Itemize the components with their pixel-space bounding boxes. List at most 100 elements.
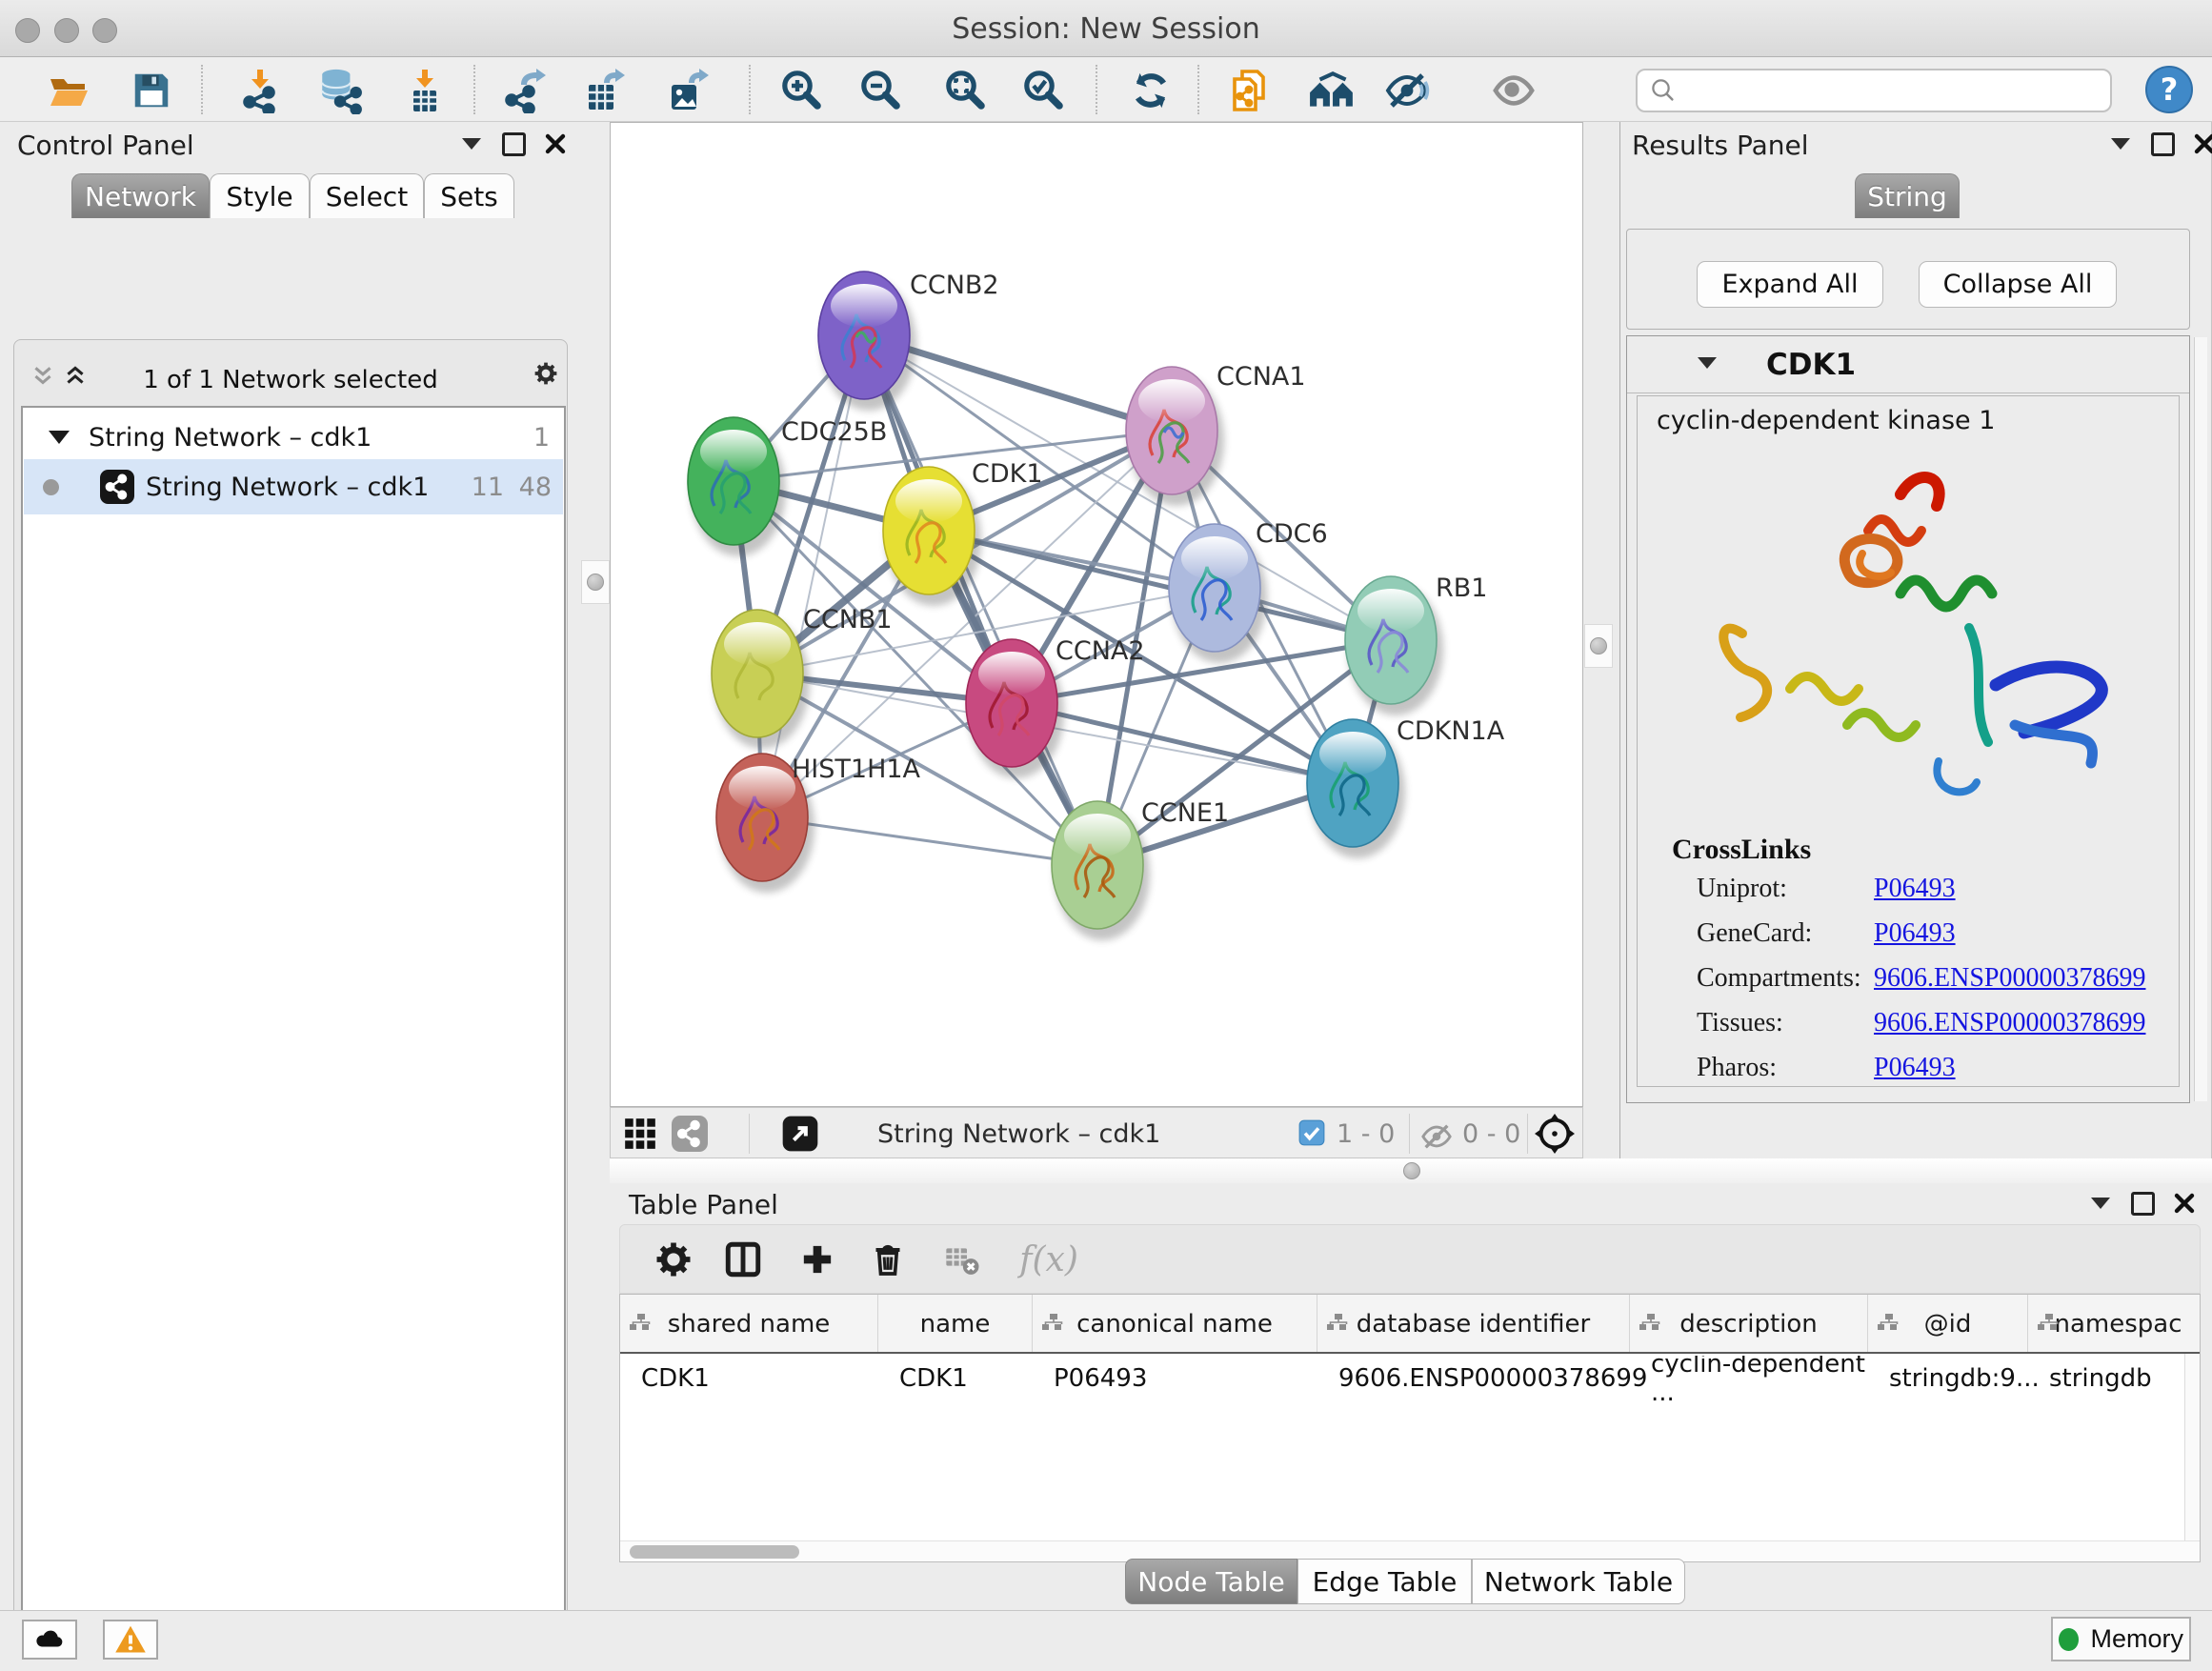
node-CCNE1[interactable] xyxy=(1052,801,1150,940)
import-network-icon xyxy=(236,68,282,113)
results-scrollbar[interactable] xyxy=(2194,337,2207,1101)
panel-float-icon[interactable] xyxy=(501,131,526,156)
right-splitter[interactable] xyxy=(1583,122,1619,1158)
column-header-shared-name[interactable]: shared name xyxy=(620,1295,878,1354)
show-columns-icon[interactable] xyxy=(718,1237,768,1282)
import-network-button[interactable] xyxy=(235,67,283,114)
refresh-button[interactable] xyxy=(1127,67,1175,114)
selected-checkbox-icon[interactable] xyxy=(1298,1119,1325,1146)
column-header-name[interactable]: name xyxy=(878,1295,1033,1354)
crosslink-link[interactable]: P06493 xyxy=(1874,874,1956,904)
zoom-selected-button[interactable] xyxy=(1019,67,1067,114)
grid-view-icon[interactable] xyxy=(620,1115,660,1153)
open-session-button[interactable] xyxy=(46,67,93,114)
tab-edge-table[interactable]: Edge Table xyxy=(1297,1559,1472,1604)
tab-string[interactable]: String xyxy=(1855,173,1960,218)
network-row-selected[interactable]: String Network – cdk1 11 48 xyxy=(24,459,563,514)
zoom-in-button[interactable] xyxy=(777,67,825,114)
warning-status-button[interactable] xyxy=(103,1620,158,1660)
tab-select[interactable]: Select xyxy=(310,173,424,218)
column-header--id[interactable]: @id xyxy=(1868,1295,2028,1354)
horizontal-splitter[interactable] xyxy=(610,1158,2212,1183)
zoom-fit-button[interactable] xyxy=(941,67,989,114)
clone-network-button[interactable] xyxy=(1226,67,1274,114)
show-hidden-button[interactable] xyxy=(1490,67,1538,114)
detach-view-icon[interactable] xyxy=(780,1115,820,1153)
hidden-eye-slash-icon[interactable] xyxy=(1417,1117,1457,1156)
add-column-plus-icon[interactable] xyxy=(793,1237,842,1282)
apply-function-fx-button[interactable]: f(x) xyxy=(1006,1237,1092,1282)
network-collection-row[interactable]: String Network – cdk1 1 xyxy=(24,415,563,459)
node-CCNB2[interactable] xyxy=(818,272,916,411)
right-splitter-handle[interactable] xyxy=(1584,624,1613,668)
column-header-namespac[interactable]: namespac xyxy=(2028,1295,2200,1354)
panel-float-icon[interactable] xyxy=(2130,1191,2155,1216)
tree-expand-icon[interactable] xyxy=(49,431,70,444)
show-all-networks-button[interactable] xyxy=(1308,67,1356,114)
node-CDKN1A[interactable] xyxy=(1307,719,1405,858)
table-cell[interactable]: stringdb xyxy=(2028,1356,2200,1401)
save-session-button[interactable] xyxy=(128,67,175,114)
tab-style[interactable]: Style xyxy=(210,173,310,218)
node-CDC6[interactable] xyxy=(1169,524,1267,663)
tab-sets[interactable]: Sets xyxy=(424,173,514,218)
delete-table-icon[interactable] xyxy=(937,1237,987,1282)
table-cell[interactable]: P06493 xyxy=(1033,1356,1317,1401)
table-cell[interactable]: CDK1 xyxy=(620,1356,878,1401)
hide-selected-button[interactable] xyxy=(1383,67,1431,114)
crosslink-link[interactable]: 9606.ENSP00000378699 xyxy=(1874,963,2145,994)
import-table-button[interactable] xyxy=(401,67,449,114)
node-CCNA2[interactable] xyxy=(966,639,1064,778)
export-image-button[interactable] xyxy=(665,67,713,114)
column-header-canonical-name[interactable]: canonical name xyxy=(1033,1295,1317,1354)
network-share-view-icon[interactable] xyxy=(670,1115,710,1153)
edge-CCNB2-CCNE1[interactable] xyxy=(864,335,1097,865)
help-button[interactable]: ? xyxy=(2145,66,2193,113)
tab-network-table[interactable]: Network Table xyxy=(1472,1559,1685,1604)
panel-float-icon[interactable] xyxy=(2150,131,2175,156)
memory-button[interactable]: Memory xyxy=(2051,1617,2191,1661)
column-header-database-identifier[interactable]: database identifier xyxy=(1317,1295,1630,1354)
cloud-status-button[interactable] xyxy=(22,1620,77,1660)
horizontal-splitter-handle[interactable] xyxy=(1403,1162,1420,1179)
gear-icon[interactable] xyxy=(533,361,558,386)
table-cell[interactable]: stringdb:9... xyxy=(1868,1356,2028,1401)
expand-all-button[interactable]: Expand All xyxy=(1697,261,1883,308)
panel-close-icon[interactable] xyxy=(2172,1191,2197,1216)
tab-node-table[interactable]: Node Table xyxy=(1125,1559,1297,1604)
tab-network[interactable]: Network xyxy=(71,173,210,218)
panel-menu-caret-icon[interactable] xyxy=(459,131,484,156)
crosslink-link[interactable]: 9606.ENSP00000378699 xyxy=(1874,1008,2145,1038)
import-network-from-database-button[interactable] xyxy=(316,67,364,114)
section-collapse-caret-icon[interactable] xyxy=(1698,357,1717,369)
gene-section-header[interactable]: CDK1 xyxy=(1627,336,2189,393)
table-settings-gear-icon[interactable] xyxy=(649,1237,698,1282)
panel-menu-caret-icon[interactable] xyxy=(2088,1191,2113,1216)
network-graph[interactable]: CCNB2CCNA1CDC25BCDK1CDC6RB1CCNB1CCNA2CDK… xyxy=(611,123,1582,1106)
column-header-description[interactable]: description xyxy=(1630,1295,1868,1354)
export-network-button[interactable] xyxy=(501,67,549,114)
collapse-all-button[interactable]: Collapse All xyxy=(1919,261,2117,308)
left-splitter-handle[interactable] xyxy=(581,560,610,604)
panel-menu-caret-icon[interactable] xyxy=(2108,131,2133,156)
node-RB1[interactable] xyxy=(1345,576,1443,715)
table-row[interactable]: CDK1CDK1P064939606.ENSP00000378699cyclin… xyxy=(620,1356,2200,1401)
zoom-out-button[interactable] xyxy=(856,67,904,114)
network-canvas[interactable]: CCNB2CCNA1CDC25BCDK1CDC6RB1CCNB1CCNA2CDK… xyxy=(610,122,1583,1107)
left-splitter[interactable] xyxy=(581,122,610,1608)
table-cell[interactable]: cyclin-dependent ... xyxy=(1630,1356,1868,1401)
table-vertical-scrollbar[interactable] xyxy=(2184,1354,2200,1540)
table-cell[interactable]: CDK1 xyxy=(878,1356,1033,1401)
panel-close-icon[interactable] xyxy=(2192,131,2212,156)
crosslink-link[interactable]: P06493 xyxy=(1874,918,1956,949)
table-cell[interactable]: 9606.ENSP00000378699 xyxy=(1317,1356,1630,1401)
delete-column-trash-icon[interactable] xyxy=(863,1237,913,1282)
export-table-button[interactable] xyxy=(582,67,630,114)
node-CCNB1[interactable] xyxy=(712,610,810,749)
panel-close-icon[interactable] xyxy=(543,131,568,156)
birdseye-crosshair-icon[interactable] xyxy=(1535,1115,1575,1153)
network-list-header: 1 of 1 Network selected xyxy=(13,356,568,406)
crosslink-link[interactable]: P06493 xyxy=(1874,1053,1956,1083)
scrollbar-thumb[interactable] xyxy=(630,1545,799,1559)
search-input[interactable] xyxy=(1685,76,2110,106)
